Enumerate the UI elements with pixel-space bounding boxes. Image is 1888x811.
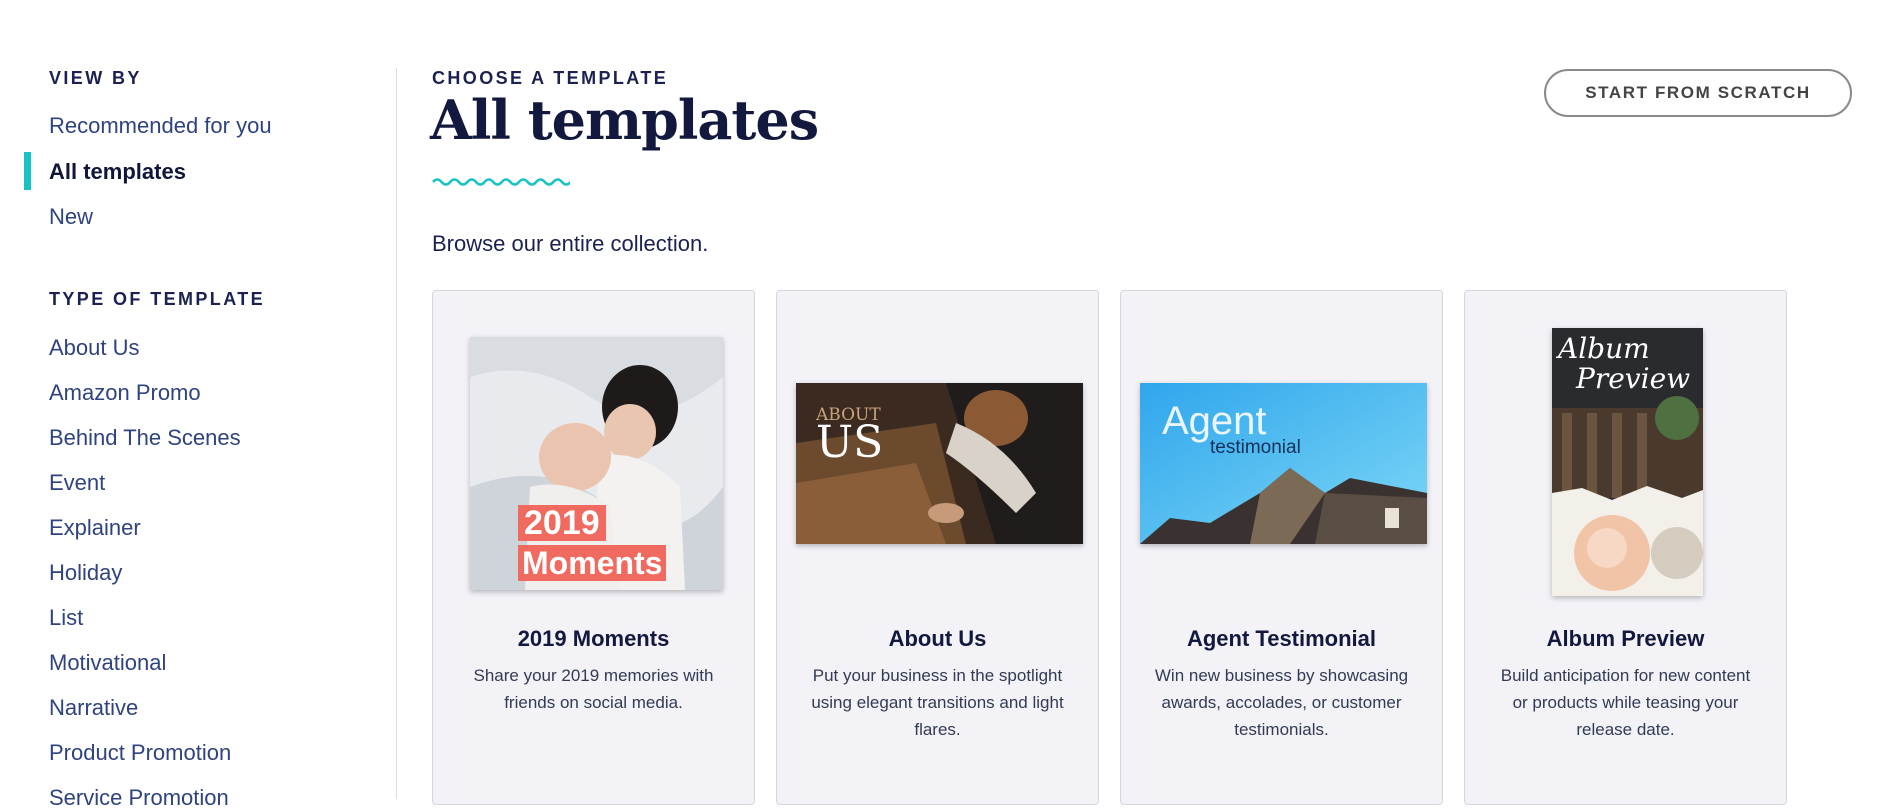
thumb-line-2: testimonial xyxy=(1210,437,1301,458)
sidebar-item-list[interactable]: List xyxy=(49,605,83,631)
page-title: All templates xyxy=(430,88,819,152)
sidebar: VIEW BY Recommended for you All template… xyxy=(0,0,397,810)
eyebrow-label: CHOOSE A TEMPLATE xyxy=(432,68,669,88)
card-thumbnail: ABOUT US xyxy=(796,383,1083,544)
sidebar-item-event[interactable]: Event xyxy=(49,470,105,496)
card-thumbnail: Agent testimonial xyxy=(1140,383,1427,544)
sidebar-item-narrative[interactable]: Narrative xyxy=(49,695,138,721)
sidebar-item-product-promotion[interactable]: Product Promotion xyxy=(49,740,231,766)
card-title: About Us xyxy=(888,626,987,651)
card-title: Album Preview xyxy=(1546,626,1705,651)
card-title: 2019 Moments xyxy=(517,626,670,651)
squiggle-divider xyxy=(432,178,570,186)
template-card-2019-moments[interactable]: 2019 Moments 2019 Moments Share your 201… xyxy=(432,290,755,805)
start-from-scratch-button[interactable]: START FROM SCRATCH xyxy=(1544,69,1852,117)
thumb-line-2: US xyxy=(816,417,884,468)
sidebar-item-about-us[interactable]: About Us xyxy=(49,335,140,361)
card-thumbnail: Album Preview xyxy=(1552,328,1703,596)
view-by-heading: VIEW BY xyxy=(49,68,142,88)
sidebar-item-new[interactable]: New xyxy=(49,204,93,230)
card-thumbnail: 2019 Moments xyxy=(470,337,723,590)
thumb-line-2: Moments xyxy=(518,545,667,581)
thumb-line-1: 2019 xyxy=(518,505,606,541)
sidebar-item-holiday[interactable]: Holiday xyxy=(49,560,122,586)
card-description: Put your business in the spotlight using… xyxy=(811,666,1064,739)
sidebar-item-behind-the-scenes[interactable]: Behind The Scenes xyxy=(49,425,241,451)
thumb-line-1: Album xyxy=(1558,332,1650,365)
thumb-line-2: Preview xyxy=(1576,362,1691,395)
sidebar-item-amazon-promo[interactable]: Amazon Promo xyxy=(49,380,201,406)
active-indicator xyxy=(24,152,31,190)
sidebar-item-service-promotion[interactable]: Service Promotion xyxy=(49,785,229,811)
sidebar-item-explainer[interactable]: Explainer xyxy=(49,515,141,541)
sidebar-item-motivational[interactable]: Motivational xyxy=(49,650,166,676)
card-description: Build anticipation for new content or pr… xyxy=(1500,666,1751,739)
type-of-template-heading: TYPE OF TEMPLATE xyxy=(49,289,266,309)
sidebar-item-recommended[interactable]: Recommended for you xyxy=(49,113,272,139)
card-title: Agent Testimonial xyxy=(1186,626,1377,651)
card-description: Share your 2019 memories with friends on… xyxy=(473,666,714,712)
template-card-about-us[interactable]: ABOUT US About Us Put your business in t… xyxy=(776,290,1099,805)
template-card-agent-testimonial[interactable]: Agent testimonial Agent Testimonial Win … xyxy=(1120,290,1443,805)
sidebar-divider xyxy=(396,68,397,799)
page-subtitle: Browse our entire collection. xyxy=(432,231,709,256)
card-description: Win new business by showcasing awards, a… xyxy=(1154,666,1409,739)
sidebar-item-all-templates[interactable]: All templates xyxy=(49,159,186,185)
template-card-album-preview[interactable]: Album Preview Album Preview Build antici… xyxy=(1464,290,1787,805)
